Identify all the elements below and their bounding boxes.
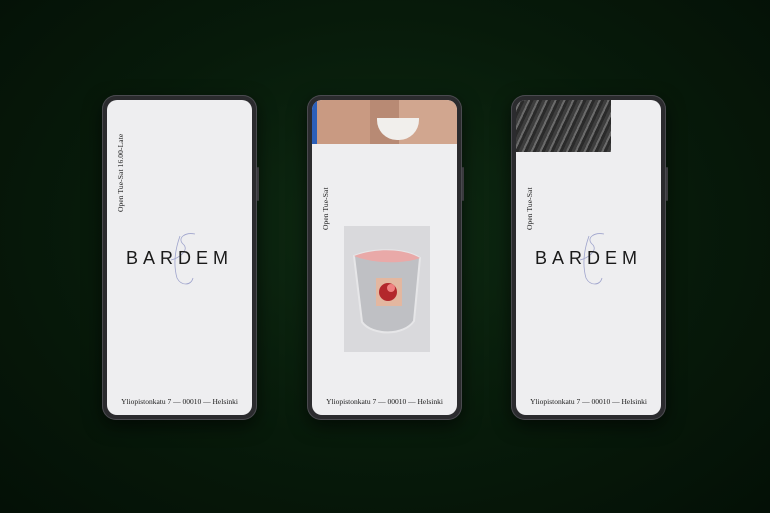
artwork-image <box>344 226 430 352</box>
phone-mockup-3: Open Tue-Sat BARDEM Yliopistonkatu 7 — 0… <box>511 95 668 420</box>
phone-screen-1: Open Tue-Sat 16.00-Late BARDEM Yliopisto… <box>107 100 252 415</box>
brand-logo: BARDEM <box>125 248 233 268</box>
opening-hours: Open Tue-Sat <box>525 187 534 230</box>
address-text: Yliopistonkatu 7 — 00010 — Helsinki <box>121 397 238 406</box>
phone-mockup-1: Open Tue-Sat 16.00-Late BARDEM Yliopisto… <box>102 95 259 420</box>
phone-screen-3: Open Tue-Sat BARDEM Yliopistonkatu 7 — 0… <box>516 100 661 415</box>
logo-area: BARDEM <box>107 230 252 290</box>
phone-mockup-2: Open Tue-Sat Yliopistonkatu 7 — 00010 — … <box>307 95 464 420</box>
opening-hours: Open Tue-Sat 16.00-Late <box>116 133 125 212</box>
phone-screen-2: Open Tue-Sat Yliopistonkatu 7 — 00010 — … <box>312 100 457 415</box>
brand-logo: BARDEM <box>534 248 642 268</box>
logo-area: BARDEM <box>516 230 661 290</box>
address-text: Yliopistonkatu 7 — 00010 — Helsinki <box>530 397 647 406</box>
address-text: Yliopistonkatu 7 — 00010 — Helsinki <box>326 397 443 406</box>
opening-hours: Open Tue-Sat <box>321 187 330 230</box>
